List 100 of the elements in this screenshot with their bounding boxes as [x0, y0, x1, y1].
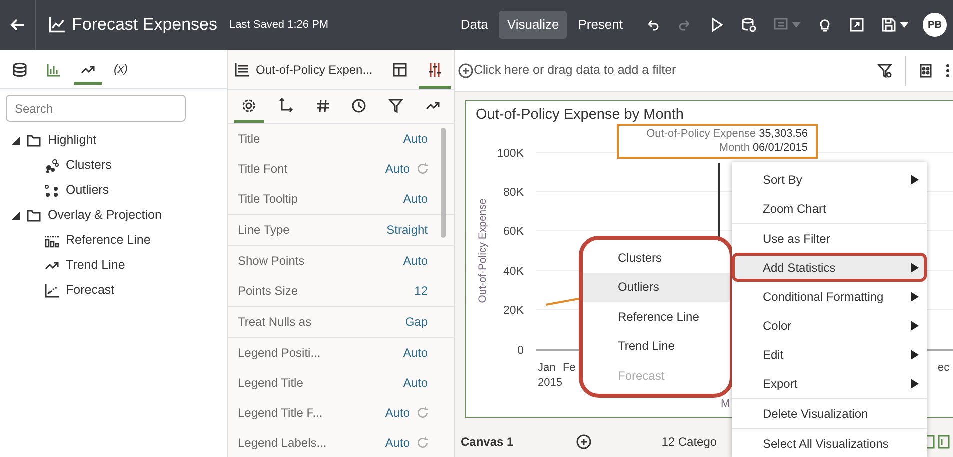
property-label: Title [238, 131, 260, 148]
property-value[interactable]: Straight [386, 221, 428, 239]
menu-item[interactable]: Sort By [732, 165, 927, 194]
avatar[interactable]: PB [923, 13, 947, 37]
property-value[interactable]: 12 [414, 282, 428, 300]
expressions-tab[interactable]: (x) [108, 56, 134, 85]
forecast-icon [44, 282, 60, 298]
y-axis-tick: 100K [497, 148, 524, 160]
tree-item-label[interactable]: Outliers [66, 181, 110, 200]
property-label: Legend Title F... [238, 405, 323, 422]
tooltip-value: 35,303.56 [759, 127, 808, 142]
settings-icon[interactable] [241, 98, 257, 114]
bar-chart-icon[interactable] [46, 62, 62, 78]
x-axis-title: M [721, 398, 730, 410]
x-axis-label: Fe [563, 362, 576, 374]
submenu-arrow-icon [911, 378, 919, 388]
property-value[interactable]: Auto [385, 404, 410, 422]
mode-tab[interactable]: Data [452, 11, 496, 39]
property-value[interactable]: Auto [403, 252, 428, 270]
axis-icon[interactable] [278, 98, 294, 114]
tooltip-label: Month [719, 141, 750, 156]
search-field[interactable]: Search [6, 95, 186, 122]
menu-item[interactable]: Color [732, 311, 927, 340]
menu-item[interactable]: Reference Line [583, 302, 730, 332]
back-arrow-icon[interactable] [10, 17, 26, 33]
scrollbar-thumb[interactable] [441, 128, 446, 238]
menu-item[interactable]: Delete Visualization [732, 399, 927, 428]
chart-title: Out-of-Policy Expense by Month [476, 107, 684, 123]
clusters-icon [44, 158, 60, 174]
property-label: Points Size [238, 283, 298, 300]
x-axis-label: ec [938, 362, 950, 374]
property-label: Treat Nulls as [238, 314, 312, 331]
submenu-arrow-icon [911, 350, 919, 360]
line-chart-icon [234, 62, 250, 78]
y-axis-tick: 60K [504, 226, 524, 238]
layout-icon[interactable] [392, 62, 408, 78]
property-value[interactable]: Auto [403, 190, 428, 208]
property-value[interactable]: Gap [405, 313, 428, 331]
mode-tab[interactable]: Visualize [499, 11, 568, 39]
filter-prompt[interactable]: Click here or drag data to add a filter [458, 61, 676, 80]
property-label: Title Tooltip [238, 191, 298, 208]
outliers-icon [44, 182, 60, 198]
menu-item[interactable]: Select All Visualizations [732, 429, 927, 457]
property-value[interactable]: Auto [403, 344, 428, 362]
menu-item[interactable]: Export [732, 369, 927, 398]
property-label: Show Points [238, 253, 305, 270]
sliders-icon[interactable] [427, 62, 443, 78]
tree-item-label[interactable]: Forecast [66, 281, 115, 300]
submenu-arrow-icon [911, 320, 919, 330]
y-axis-tick: 80K [504, 187, 524, 199]
page-icon [938, 435, 950, 449]
y-axis-title: Out-of-Policy Expense [477, 198, 489, 304]
more-icon [946, 62, 950, 78]
chart-icon [48, 16, 66, 34]
menu-item[interactable]: Edit [732, 340, 927, 369]
property-value[interactable]: Auto [403, 130, 428, 148]
y-axis-tick: 40K [504, 266, 524, 278]
menu-item[interactable]: Clusters [583, 243, 730, 272]
tooltip-value: 06/01/2015 [752, 141, 808, 156]
project-title: Forecast Expenses [72, 14, 218, 36]
add-icon [458, 62, 474, 78]
menu-item[interactable]: Use as Filter [732, 224, 927, 253]
canvas-tab[interactable]: Canvas 1 [461, 433, 514, 451]
tooltip-label: Out-of-Policy Expense [646, 127, 756, 142]
tree-item-label[interactable]: Clusters [66, 156, 112, 175]
tree-folder-label[interactable]: Highlight [48, 131, 97, 150]
filter-icon[interactable] [388, 98, 404, 114]
add-canvas-icon[interactable] [576, 434, 592, 450]
y-axis-tick: 20K [504, 305, 524, 317]
tree-folder-label[interactable]: Overlay & Projection [48, 206, 162, 225]
property-label: Legend Labels... [238, 435, 327, 452]
save-icon[interactable] [881, 17, 897, 33]
x-axis-label: Jan [538, 362, 556, 374]
submenu-arrow-icon [911, 262, 919, 272]
property-value[interactable]: Auto [385, 434, 410, 452]
menu-item[interactable]: Trend Line [583, 332, 730, 361]
menu-item[interactable]: Add Statistics [732, 253, 927, 282]
menu-item[interactable]: Conditional Formatting [732, 282, 927, 311]
export-icon[interactable] [849, 17, 865, 33]
property-value[interactable]: Auto [403, 374, 428, 392]
x-axis-label: 2015 [538, 377, 562, 389]
property-label: Line Type [238, 222, 290, 239]
property-label: Legend Positi... [238, 345, 321, 362]
property-label: Title Font [238, 161, 288, 178]
clock-icon[interactable] [351, 98, 368, 114]
submenu-arrow-icon [911, 292, 919, 302]
database-refresh-icon[interactable] [741, 17, 757, 33]
last-saved-text: Last Saved 1:26 PM [230, 18, 329, 33]
database-icon[interactable] [12, 62, 28, 78]
mode-tab[interactable]: Present [570, 11, 631, 39]
menu-item[interactable]: Outliers [583, 272, 730, 302]
hash-icon[interactable] [314, 98, 331, 114]
tree-item-label[interactable]: Reference Line [66, 231, 151, 250]
caret-icon[interactable] [900, 22, 909, 28]
filter-clear-icon [877, 62, 893, 78]
property-value[interactable]: Auto [385, 160, 410, 178]
folder-icon [26, 208, 42, 224]
tree-item-label[interactable]: Trend Line [66, 256, 126, 275]
folder-icon [26, 132, 42, 148]
menu-item[interactable]: Zoom Chart [732, 194, 927, 223]
